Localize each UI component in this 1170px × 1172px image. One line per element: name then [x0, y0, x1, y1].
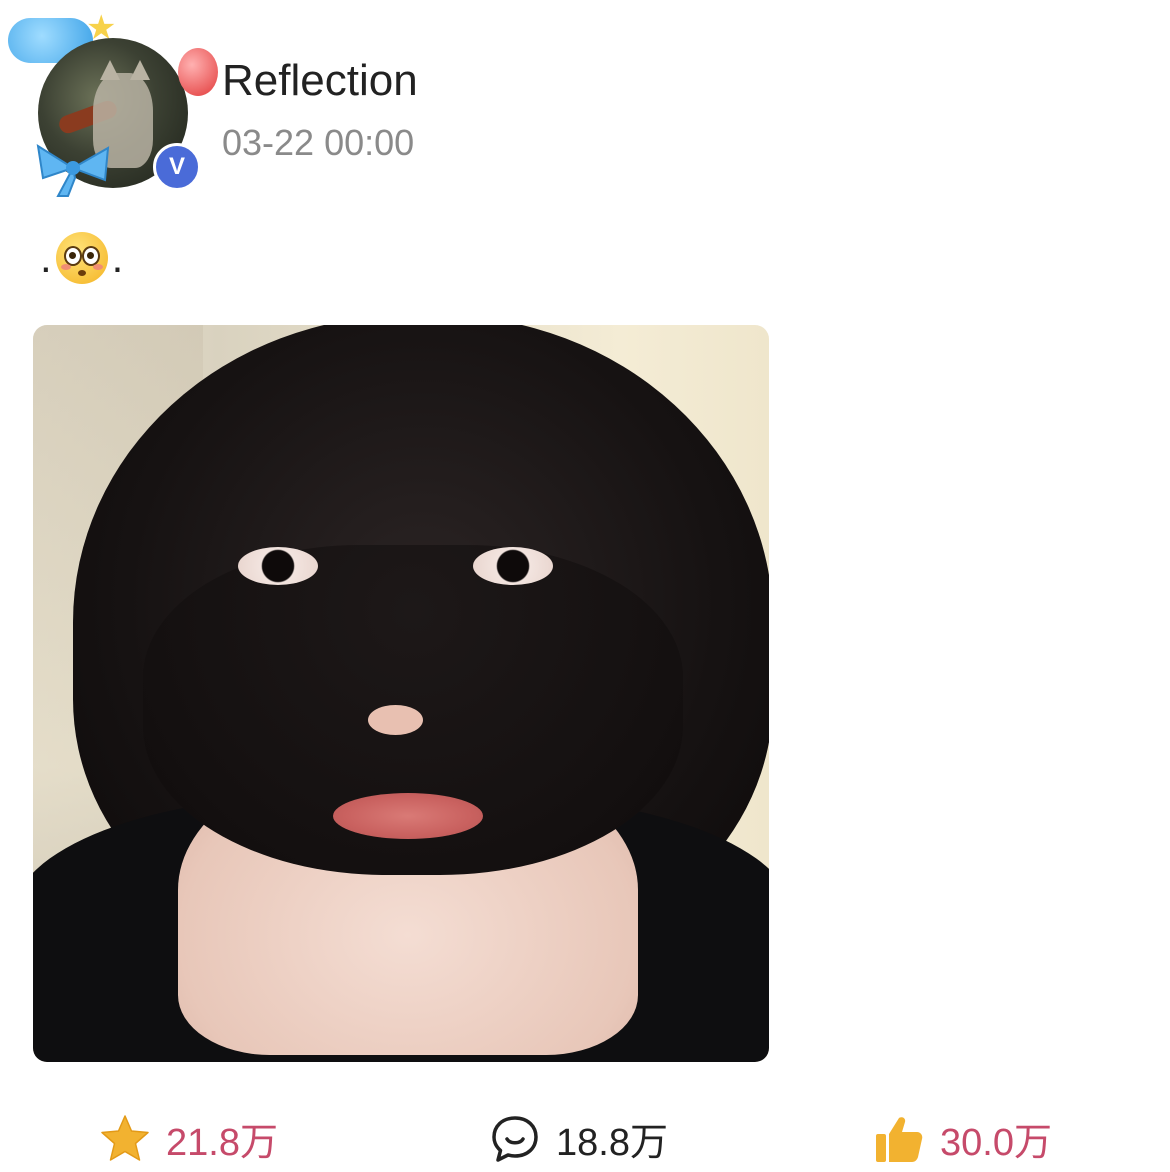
caption-suffix: .: [111, 234, 124, 281]
action-bar: 21.8万 18.8万 30.0万: [0, 1105, 1170, 1172]
post-caption: . .: [40, 232, 123, 284]
comment-count: 18.8万: [556, 1122, 668, 1164]
comment-bubble-icon: [492, 1115, 538, 1162]
like-count: 30.0万: [940, 1122, 1052, 1164]
thumbs-up-icon: [876, 1116, 923, 1162]
flushed-face-emoji-icon: [55, 232, 108, 284]
post-card: ★ V Reflection 03-22 00:00 . . 21.8万 18.…: [0, 0, 1170, 1172]
post-photo[interactable]: [33, 325, 769, 1062]
ribbon-bow-icon: [36, 143, 110, 197]
photo-eye-right: [473, 547, 553, 585]
balloon-icon: [178, 48, 218, 96]
username[interactable]: Reflection: [222, 56, 418, 106]
favorite-count: 21.8万: [166, 1122, 278, 1164]
like-button[interactable]: 30.0万: [872, 1105, 1052, 1172]
caption-prefix: .: [40, 234, 52, 281]
verified-badge-icon: V: [153, 143, 201, 191]
favorite-button[interactable]: 21.8万: [98, 1105, 278, 1172]
photo-nose: [368, 705, 423, 735]
photo-eye-left: [238, 547, 318, 585]
comment-button[interactable]: 18.8万: [488, 1105, 668, 1172]
post-timestamp: 03-22 00:00: [222, 122, 415, 163]
photo-lips: [333, 793, 483, 839]
star-icon: [101, 1114, 149, 1161]
avatar[interactable]: ★ V: [8, 8, 218, 218]
